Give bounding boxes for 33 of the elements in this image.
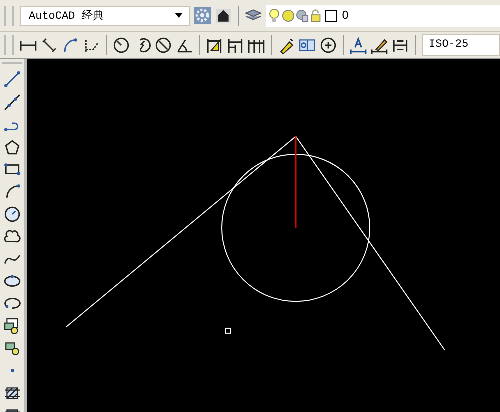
make-block-icon[interactable] (4, 340, 20, 358)
lightbulb-icon (268, 8, 281, 22)
layer-dropdown[interactable]: 0 (266, 4, 500, 26)
aligned-dimension-icon[interactable] (41, 36, 58, 54)
house-icon[interactable] (215, 7, 232, 24)
cursor-pickbox-icon (226, 328, 232, 334)
caret-icon (175, 13, 183, 18)
toolbar-grip[interactable] (4, 6, 14, 26)
arc-length-icon[interactable] (62, 36, 79, 54)
insert-block-icon[interactable] (4, 318, 20, 335)
circle-icon[interactable] (4, 206, 20, 223)
revision-cloud-icon[interactable] (4, 228, 20, 246)
construction-line-icon[interactable] (4, 94, 20, 111)
center-mark-icon[interactable] (320, 36, 337, 54)
padlock-icon (310, 8, 323, 22)
tolerance-frame-icon[interactable] (299, 36, 316, 54)
layer-name: 0 (342, 9, 349, 22)
ellipse-icon[interactable] (4, 272, 20, 290)
polygon-icon[interactable] (4, 138, 20, 156)
arc-icon[interactable] (4, 183, 20, 200)
rectangle-icon[interactable] (4, 160, 20, 178)
hatch-icon[interactable] (4, 384, 20, 402)
sun-icon (282, 8, 295, 22)
toolbar-grip[interactable] (4, 35, 14, 55)
diameter-dimension-icon[interactable] (155, 36, 172, 54)
baseline-dimension-icon[interactable] (227, 36, 244, 54)
line-icon[interactable] (4, 71, 20, 88)
color-swatch (325, 10, 337, 22)
dimension-style-dropdown[interactable]: ISO-25 (422, 34, 500, 56)
dimension-text-edit-icon[interactable] (350, 36, 367, 54)
radius-dimension-icon[interactable] (113, 36, 130, 54)
workspace-dropdown[interactable]: AutoCAD 经典 (20, 6, 190, 26)
quick-dimension-icon[interactable] (206, 36, 223, 54)
